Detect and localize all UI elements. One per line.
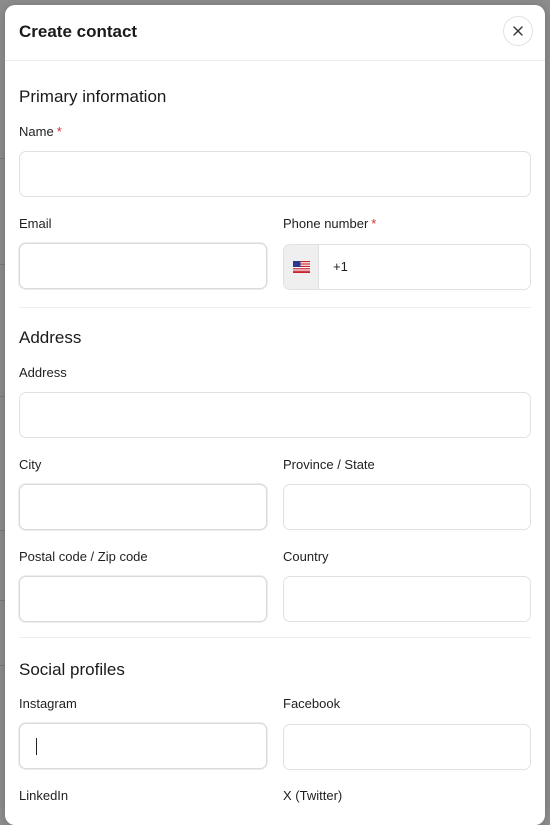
close-button[interactable]	[503, 16, 533, 46]
section-title-address: Address	[19, 328, 82, 347]
facebook-label: Facebook	[283, 696, 341, 711]
email-field[interactable]	[19, 243, 267, 289]
city-label: City	[19, 457, 42, 472]
section-divider	[19, 307, 531, 308]
phone-number-field[interactable]: +1	[283, 244, 531, 290]
section-divider	[19, 637, 531, 638]
address-field[interactable]	[19, 392, 531, 438]
section-title-social: Social profiles	[19, 660, 125, 679]
province-state-field[interactable]	[283, 484, 531, 530]
instagram-label: Instagram	[19, 696, 77, 711]
us-flag-icon	[292, 261, 310, 273]
name-field[interactable]	[19, 151, 531, 197]
dialog-header: Create contact	[5, 5, 545, 61]
email-label: Email	[19, 216, 52, 231]
country-label: Country	[283, 549, 329, 564]
name-label: Name *	[19, 124, 62, 139]
country-field[interactable]	[283, 576, 531, 622]
required-marker: *	[371, 216, 377, 231]
postal-code-label: Postal code / Zip code	[19, 549, 148, 564]
facebook-field[interactable]	[283, 724, 531, 770]
text-cursor	[36, 738, 37, 755]
country-code-selector[interactable]	[284, 245, 319, 289]
twitter-label: X (Twitter)	[283, 788, 343, 803]
required-marker: *	[56, 124, 62, 139]
phone-number-label: Phone number *	[283, 216, 377, 231]
section-title-primary: Primary information	[19, 87, 167, 106]
dial-code: +1	[333, 259, 348, 274]
address-label: Address	[19, 365, 67, 380]
close-icon	[513, 26, 523, 36]
dialog-title: Create contact	[19, 22, 138, 41]
create-contact-dialog: Create contact Primary information Name *…	[5, 5, 545, 825]
city-field[interactable]	[19, 484, 267, 530]
postal-code-field[interactable]	[19, 576, 267, 622]
province-state-label: Province / State	[283, 457, 375, 472]
linkedin-label: LinkedIn	[19, 788, 69, 803]
instagram-field[interactable]	[19, 723, 267, 769]
